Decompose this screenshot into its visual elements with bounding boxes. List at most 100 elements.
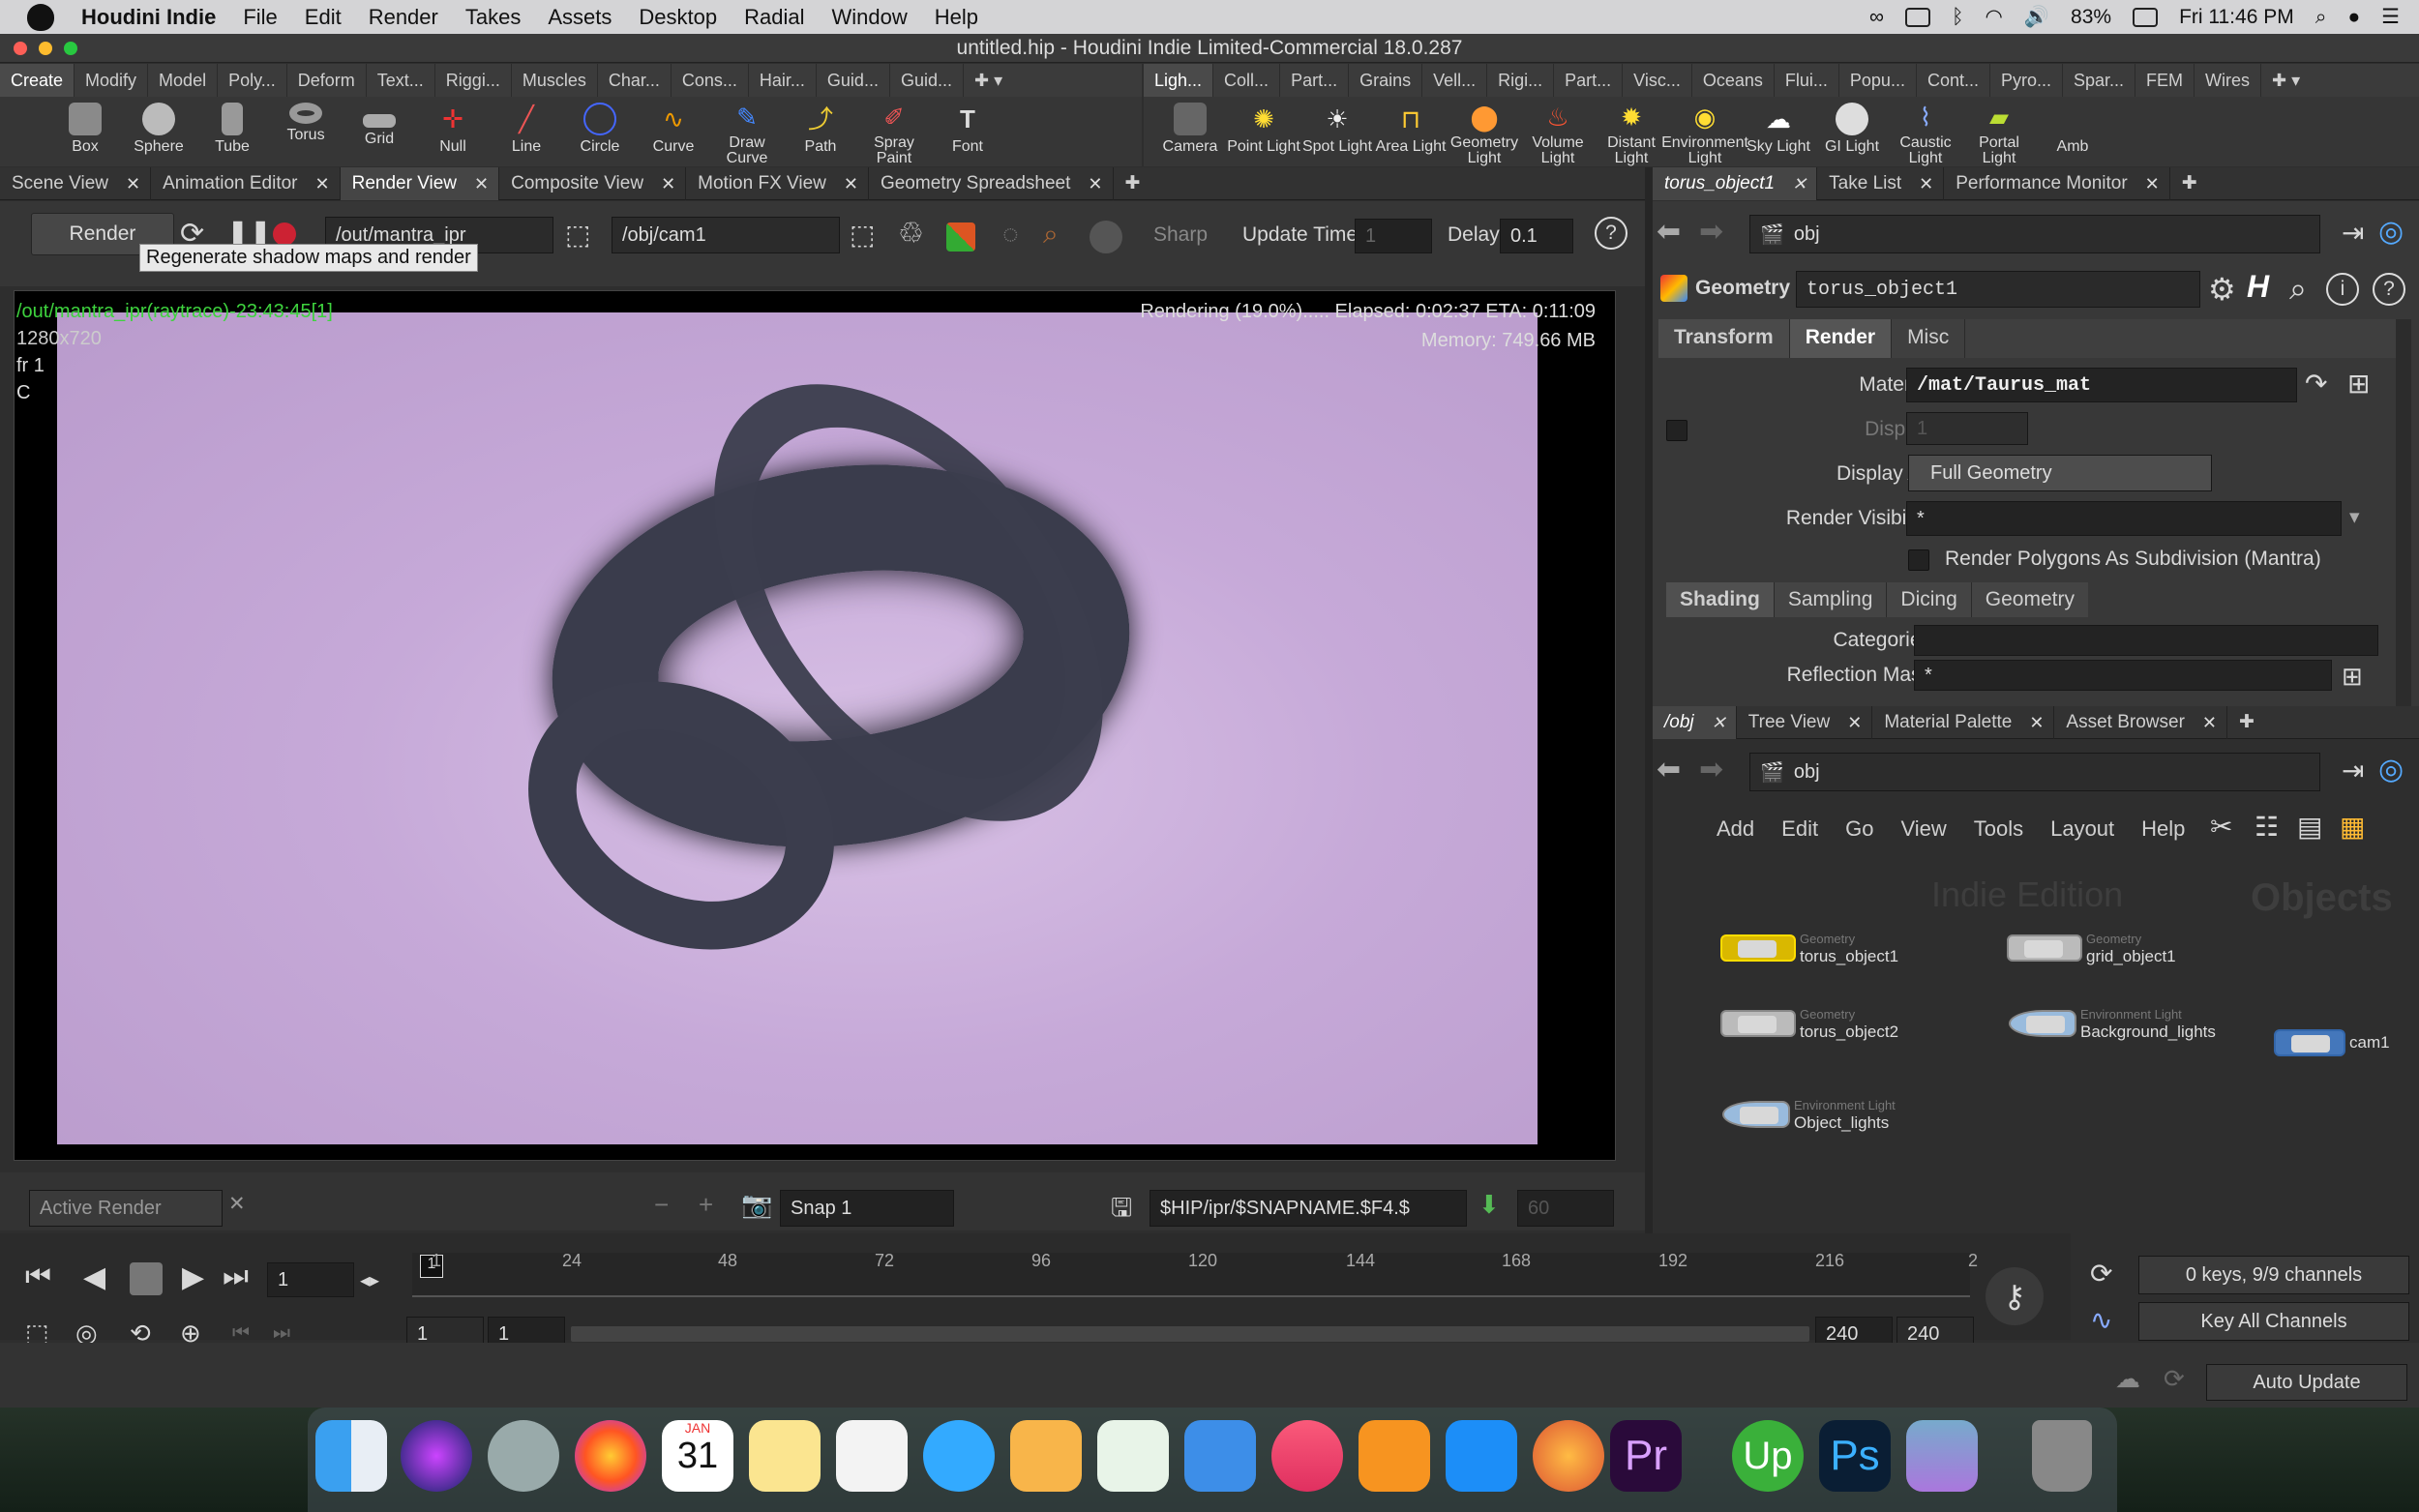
- node-background-lights[interactable]: Environment Light Background_lights: [2009, 1006, 2216, 1041]
- parameter-path-field[interactable]: 🎬 obj: [1749, 215, 2320, 253]
- keynote-icon[interactable]: [1184, 1420, 1256, 1492]
- close-tab-icon[interactable]: ✕: [661, 167, 675, 200]
- cache-icon[interactable]: ☁: [2115, 1364, 2140, 1394]
- back-arrow-icon[interactable]: ⬅: [1657, 753, 1681, 786]
- shelf-tab-populate[interactable]: Popu...: [1839, 64, 1917, 97]
- menu-desktop[interactable]: Desktop: [625, 0, 731, 34]
- display-field[interactable]: 1: [1906, 412, 2028, 445]
- tree-icon[interactable]: ☷: [2255, 811, 2279, 843]
- tab-obj[interactable]: /obj ✕: [1653, 705, 1737, 739]
- close-tab-icon[interactable]: ✕: [1088, 167, 1102, 200]
- shelf-tab-guide2[interactable]: Guid...: [890, 64, 964, 97]
- render-viewport[interactable]: /out/mantra_ipr(raytrace)-23:43:45[1] 12…: [14, 290, 1616, 1161]
- tab-sampling[interactable]: Sampling: [1773, 582, 1887, 617]
- search-icon[interactable]: ⌕: [2289, 271, 2307, 308]
- step-frame-icon[interactable]: ◂▸: [360, 1268, 379, 1292]
- menu-radial[interactable]: Radial: [731, 0, 818, 34]
- shelf-tab-create[interactable]: Create: [0, 64, 75, 97]
- firefox-icon[interactable]: [575, 1420, 646, 1492]
- bluetooth-icon[interactable]: ᛒ: [1952, 6, 1964, 29]
- add-tab-icon[interactable]: ✚: [2227, 706, 2255, 739]
- node-object-lights[interactable]: Environment Light Object_lights: [1722, 1097, 1896, 1132]
- save-image-icon[interactable]: ⬇: [1478, 1190, 1500, 1220]
- shelf-tab-constraints[interactable]: Cons...: [672, 64, 749, 97]
- gear-icon[interactable]: ⚙: [2208, 271, 2236, 308]
- shelf-tab-fem[interactable]: FEM: [2135, 64, 2195, 97]
- launchpad-icon[interactable]: [488, 1420, 559, 1492]
- next-key-icon[interactable]: ⏭: [273, 1322, 290, 1345]
- tab-composite-view[interactable]: Composite View ✕: [499, 166, 687, 200]
- close-tab-icon[interactable]: ✕: [2029, 706, 2044, 739]
- volume-icon[interactable]: 🔊: [2024, 6, 2049, 29]
- tool-tube[interactable]: Tube: [195, 97, 269, 166]
- menu-render[interactable]: Render: [355, 0, 452, 34]
- snap-field[interactable]: Snap 1: [780, 1190, 954, 1227]
- menu-help[interactable]: Help: [921, 0, 992, 34]
- shelf-tab-model[interactable]: Model: [148, 64, 219, 97]
- tool-caustic-light[interactable]: ⌇ Caustic Light: [1889, 97, 1962, 166]
- add-shelf-tab-icon[interactable]: ✚ ▾: [964, 64, 1013, 97]
- close-tab-icon[interactable]: ✕: [474, 167, 489, 200]
- snap-path-field[interactable]: $HIP/ipr/$SNAPNAME.$F4.$: [1150, 1190, 1467, 1227]
- shelf-tab-guide1[interactable]: Guid...: [817, 64, 890, 97]
- current-frame-field[interactable]: 1: [267, 1262, 354, 1297]
- clock[interactable]: Fri 11:46 PM: [2179, 6, 2294, 29]
- tool-path[interactable]: ⤴ Path: [784, 97, 857, 166]
- shelf-tab-modify[interactable]: Modify: [75, 64, 149, 97]
- tool-sphere[interactable]: Sphere: [122, 97, 195, 166]
- app-store-icon[interactable]: [1446, 1420, 1517, 1492]
- node-cam1[interactable]: cam1: [2274, 1029, 2390, 1056]
- menu-assets[interactable]: Assets: [534, 0, 625, 34]
- tab-render-view[interactable]: Render View ✕: [340, 166, 500, 200]
- pin-icon[interactable]: ⇥: [2342, 755, 2364, 786]
- battery-icon[interactable]: [2133, 7, 2159, 27]
- shelf-tab-collisions[interactable]: Coll...: [1213, 64, 1281, 97]
- tool-distant-light[interactable]: ✹ Distant Light: [1595, 97, 1668, 166]
- zoom-render-icon[interactable]: ⌕: [1043, 219, 1059, 251]
- shelf-tab-particles[interactable]: Part...: [1280, 64, 1350, 97]
- close-tab-icon[interactable]: ✕: [2202, 706, 2217, 739]
- control-center-icon[interactable]: ☰: [2381, 5, 2400, 29]
- fps-field[interactable]: 60: [1517, 1190, 1614, 1227]
- network-menu-go[interactable]: Go: [1832, 811, 1887, 847]
- shelf-tab-lights[interactable]: Ligh...: [1144, 64, 1214, 97]
- shelf-tab-viscous[interactable]: Visc...: [1623, 64, 1692, 97]
- tab-scene-view[interactable]: Scene View ✕: [0, 166, 152, 200]
- tool-null[interactable]: ✛ Null: [416, 97, 490, 166]
- help-icon[interactable]: ?: [2373, 273, 2405, 306]
- display-as-dropdown[interactable]: Full Geometry: [1908, 455, 2212, 491]
- auto-update-dropdown[interactable]: Auto Update: [2206, 1364, 2407, 1401]
- menu-app-name[interactable]: Houdini Indie: [68, 0, 229, 34]
- shelf-tab-fluids[interactable]: Flui...: [1775, 64, 1839, 97]
- render-visibility-field[interactable]: *: [1906, 501, 2342, 536]
- refresh-icon[interactable]: ⟳: [2164, 1364, 2185, 1394]
- tool-gi-light[interactable]: GI Light: [1815, 97, 1889, 166]
- play-reverse-icon[interactable]: ◀: [83, 1260, 105, 1294]
- close-tab-icon[interactable]: ✕: [1712, 706, 1726, 739]
- shelf-tab-hair[interactable]: Hair...: [749, 64, 817, 97]
- forward-arrow-icon[interactable]: ➡: [1699, 753, 1723, 786]
- tool-line[interactable]: ╱ Line: [490, 97, 563, 166]
- shelf-tab-particle-fluids[interactable]: Part...: [1554, 64, 1624, 97]
- zoom-window-button[interactable]: [64, 42, 77, 55]
- clear-render-icon[interactable]: ✕: [228, 1192, 246, 1216]
- houdini-icon[interactable]: [1533, 1420, 1604, 1492]
- jump-to-end-icon[interactable]: ⏭: [223, 1260, 249, 1293]
- shelf-tab-grains[interactable]: Grains: [1349, 64, 1423, 97]
- tab-render[interactable]: Render: [1789, 319, 1893, 358]
- network-path-field[interactable]: 🎬 obj: [1749, 753, 2320, 791]
- reflection-mask-field[interactable]: *: [1914, 660, 2332, 691]
- network-menu-tools[interactable]: Tools: [1960, 811, 2037, 847]
- key-all-channels-dropdown[interactable]: Key All Channels: [2138, 1302, 2409, 1341]
- tab-torus-object1[interactable]: torus_object1 ✕: [1653, 166, 1818, 200]
- menu-edit[interactable]: Edit: [291, 0, 355, 34]
- tool-sky-light[interactable]: ☁ Sky Light: [1742, 97, 1815, 166]
- tab-misc[interactable]: Misc: [1892, 319, 1966, 358]
- operator-chooser-icon[interactable]: ⊞: [2342, 662, 2363, 692]
- grid-view-icon[interactable]: ▦: [2340, 811, 2365, 843]
- tool-ambient-light[interactable]: Amb: [2036, 97, 2109, 166]
- plus-icon[interactable]: +: [699, 1190, 713, 1220]
- tool-spot-light[interactable]: ☀ Spot Light: [1300, 97, 1374, 166]
- tab-dicing[interactable]: Dicing: [1886, 582, 1971, 617]
- key-icon[interactable]: ⚷: [1986, 1267, 2044, 1325]
